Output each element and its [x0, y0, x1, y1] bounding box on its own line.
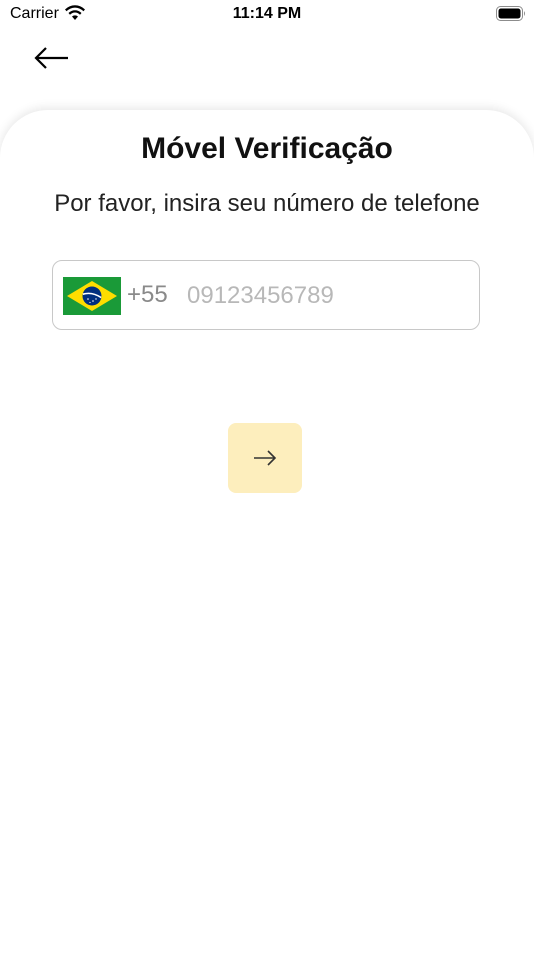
arrow-right-icon — [254, 450, 277, 466]
status-bar: Carrier 11:14 PM — [0, 0, 534, 30]
verification-card — [0, 110, 534, 970]
page-subtitle: Por favor, insira seu número de telefone — [54, 190, 480, 217]
page-title: Móvel Verificação — [141, 132, 393, 165]
battery-icon — [496, 6, 525, 21]
status-time: 11:14 PM — [232, 5, 302, 22]
arrow-left-icon — [34, 47, 68, 69]
next-button[interactable] — [228, 423, 302, 493]
back-button[interactable] — [32, 42, 72, 74]
phone-field[interactable]: +55 — [52, 260, 480, 330]
phone-input[interactable] — [185, 275, 469, 317]
brazil-flag-icon[interactable] — [63, 277, 121, 315]
dial-code[interactable]: +55 — [127, 281, 168, 309]
